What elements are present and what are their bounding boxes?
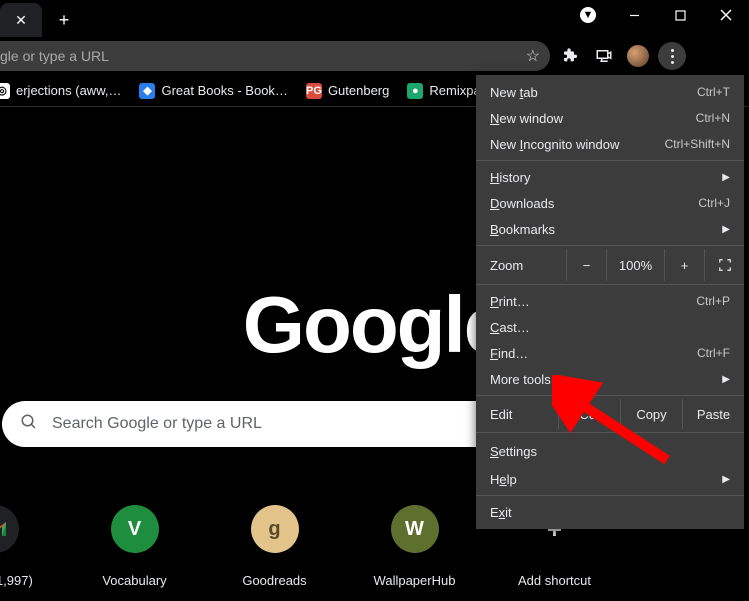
shortcut-label: Vocabulary — [102, 573, 166, 588]
menu-edit-label: Edit — [476, 407, 558, 422]
zoom-value: 100% — [606, 249, 664, 281]
menu-new-tab[interactable]: New tab Ctrl+T — [476, 79, 744, 105]
menu-exit[interactable]: Exit — [476, 499, 744, 525]
search-box[interactable]: Search Google or type a URL — [2, 401, 557, 447]
minimize-button[interactable] — [611, 0, 657, 30]
shortcut-label: Add shortcut — [518, 573, 591, 588]
bookmark-favicon: ● — [407, 83, 423, 99]
shortcut-label: WallpaperHub — [374, 573, 456, 588]
shortcut-tile[interactable]: W WallpaperHub — [367, 505, 462, 588]
menu-more-tools[interactable]: More tools ▶ — [476, 366, 744, 392]
menu-edit-row: Edit Cut Copy Paste — [476, 399, 744, 429]
main-menu-button[interactable] — [658, 42, 686, 70]
address-bar[interactable]: gle or type a URL ☆ — [0, 41, 550, 71]
menu-print[interactable]: Print… Ctrl+P — [476, 288, 744, 314]
media-control-icon[interactable] — [590, 42, 618, 70]
bookmark-star-icon[interactable]: ☆ — [526, 46, 540, 66]
search-icon — [20, 413, 38, 436]
google-logo: Google — [243, 279, 507, 371]
shortcut-icon: V — [111, 505, 159, 553]
account-indicator-icon[interactable]: ▼ — [565, 0, 611, 30]
shortcut-icon — [0, 505, 19, 553]
menu-copy[interactable]: Copy — [620, 399, 682, 429]
shortcut-label: Inbox (1,997) — [0, 573, 33, 588]
menu-help[interactable]: Help ▶ — [476, 466, 744, 492]
menu-cut[interactable]: Cut — [558, 399, 620, 429]
menu-incognito[interactable]: New Incognito window Ctrl+Shift+N — [476, 131, 744, 157]
main-menu: New tab Ctrl+T New window Ctrl+N New Inc… — [476, 75, 744, 529]
search-placeholder: Search Google or type a URL — [52, 415, 262, 433]
bookmark-item[interactable]: ◎ erjections (aww,… — [0, 83, 121, 99]
bookmark-item[interactable]: PG Gutenberg — [306, 83, 389, 99]
new-tab-button[interactable]: + — [50, 6, 78, 34]
menu-cast[interactable]: Cast… — [476, 314, 744, 340]
bookmark-label: Gutenberg — [328, 83, 389, 98]
close-window-button[interactable] — [703, 0, 749, 30]
menu-bookmarks[interactable]: Bookmarks ▶ — [476, 216, 744, 242]
bookmark-favicon: ◆ — [139, 83, 155, 99]
bookmark-favicon: ◎ — [0, 83, 10, 99]
fullscreen-button[interactable] — [704, 249, 744, 281]
active-tab[interactable]: ✕ — [0, 3, 42, 37]
profile-avatar[interactable] — [624, 42, 652, 70]
shortcut-tile[interactable]: g Goodreads — [227, 505, 322, 588]
menu-settings[interactable]: Settings — [476, 436, 744, 466]
maximize-button[interactable] — [657, 0, 703, 30]
close-tab-icon[interactable]: ✕ — [15, 12, 27, 29]
zoom-out-button[interactable]: − — [566, 249, 606, 281]
shortcut-label: Goodreads — [242, 573, 306, 588]
bookmark-favicon: PG — [306, 83, 322, 99]
menu-downloads[interactable]: Downloads Ctrl+J — [476, 190, 744, 216]
address-placeholder: gle or type a URL — [0, 48, 526, 64]
menu-new-window[interactable]: New window Ctrl+N — [476, 105, 744, 131]
shortcut-icon: W — [391, 505, 439, 553]
menu-paste[interactable]: Paste — [682, 399, 744, 429]
zoom-in-button[interactable]: + — [664, 249, 704, 281]
shortcut-tile[interactable]: V Vocabulary — [87, 505, 182, 588]
menu-history[interactable]: History ▶ — [476, 164, 744, 190]
bookmark-label: erjections (aww,… — [16, 83, 121, 98]
extensions-icon[interactable] — [556, 42, 584, 70]
bookmark-item[interactable]: ◆ Great Books - Book… — [139, 83, 287, 99]
bookmark-label: Great Books - Book… — [161, 83, 287, 98]
menu-zoom-row: Zoom − 100% + — [476, 249, 744, 281]
shortcut-tile[interactable]: Inbox (1,997) — [0, 505, 42, 588]
menu-zoom-label: Zoom — [476, 258, 566, 273]
shortcut-icon: g — [251, 505, 299, 553]
menu-find[interactable]: Find… Ctrl+F — [476, 340, 744, 366]
